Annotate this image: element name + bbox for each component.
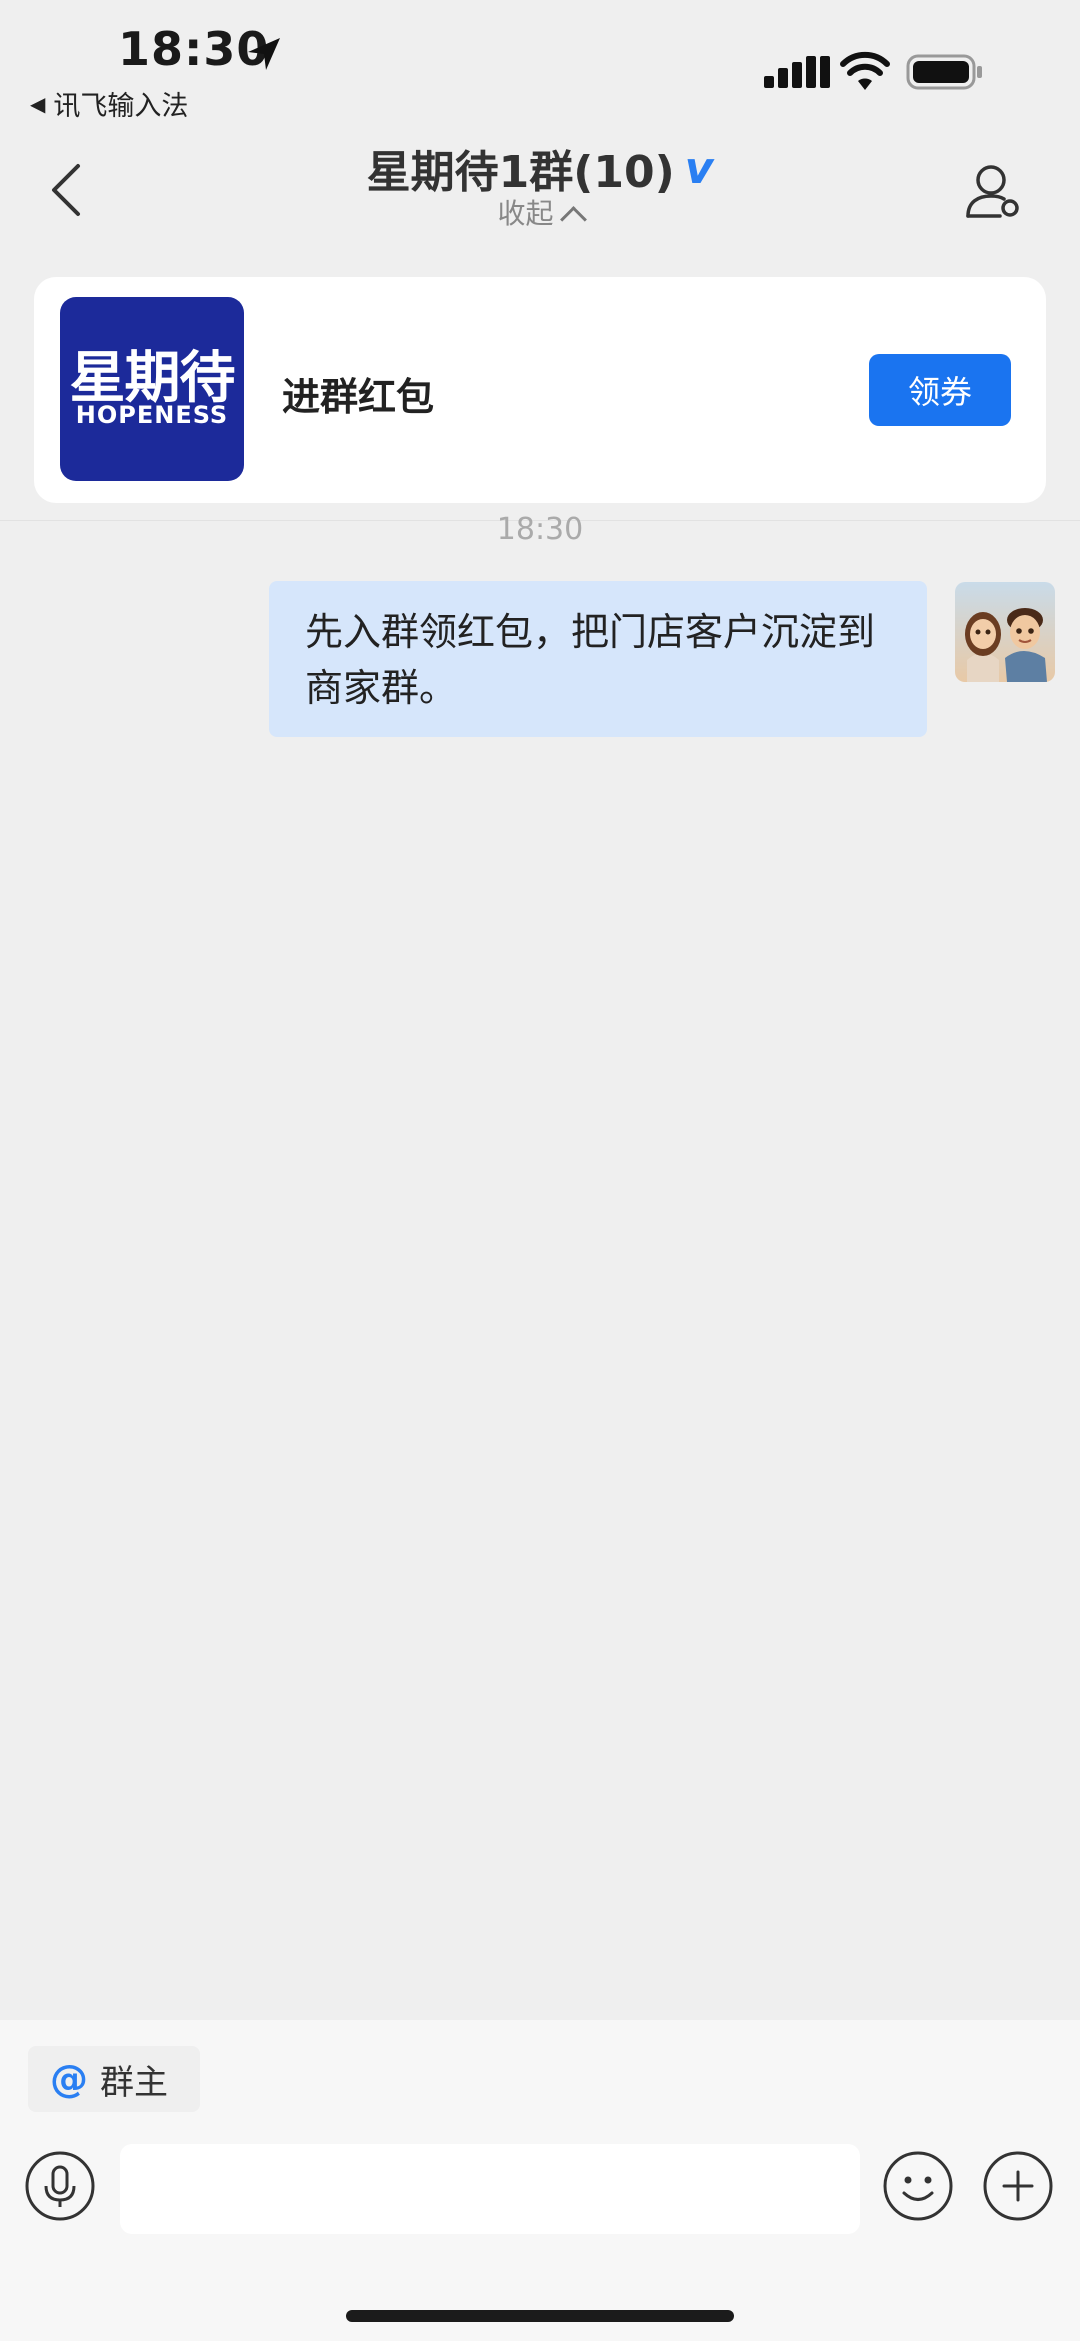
plus-icon[interactable] bbox=[982, 2150, 1054, 2222]
chat-title-bar: 星期待1群(10) v bbox=[0, 136, 1080, 200]
brand-logo-en: HOPENESS bbox=[75, 401, 229, 429]
chat-title[interactable]: 星期待1群(10) v bbox=[367, 136, 714, 200]
cellular-signal-icon bbox=[764, 56, 830, 88]
verified-icon: v bbox=[684, 142, 714, 194]
promo-label: 进群红包 bbox=[282, 375, 435, 419]
home-indicator[interactable] bbox=[346, 2310, 734, 2322]
message-timestamp: 18:30 bbox=[496, 512, 584, 547]
mention-label: 群主 bbox=[100, 2062, 168, 2103]
at-icon: @ bbox=[50, 2057, 88, 2101]
return-app-label: 讯飞输入法 bbox=[53, 91, 189, 122]
message-text: 先入群领红包，把门店客户沉淀到商家群。 bbox=[305, 610, 876, 710]
location-arrow-icon bbox=[248, 38, 280, 70]
brand-logo: 星期待 HOPENESS bbox=[60, 297, 244, 481]
collapse-label: 收起 bbox=[497, 197, 554, 230]
message-input[interactable] bbox=[120, 2144, 860, 2234]
microphone-icon[interactable] bbox=[24, 2150, 96, 2222]
collapse-toggle[interactable]: 收起 bbox=[0, 192, 1080, 233]
mention-owner-chip[interactable]: @ 群主 bbox=[28, 2046, 200, 2112]
group-name: 星期待1群(10) bbox=[366, 147, 675, 198]
claim-coupon-button[interactable]: 领券 bbox=[869, 354, 1011, 426]
return-to-app-link[interactable]: ◀ 讯飞输入法 bbox=[30, 84, 188, 123]
chevron-up-icon bbox=[559, 206, 587, 233]
wifi-icon bbox=[840, 51, 890, 90]
group-member-icon[interactable] bbox=[964, 162, 1022, 220]
back-triangle-icon: ◀ bbox=[30, 91, 46, 116]
avatar[interactable] bbox=[955, 582, 1055, 682]
emoji-icon[interactable] bbox=[882, 2150, 954, 2222]
battery-icon bbox=[906, 54, 982, 90]
